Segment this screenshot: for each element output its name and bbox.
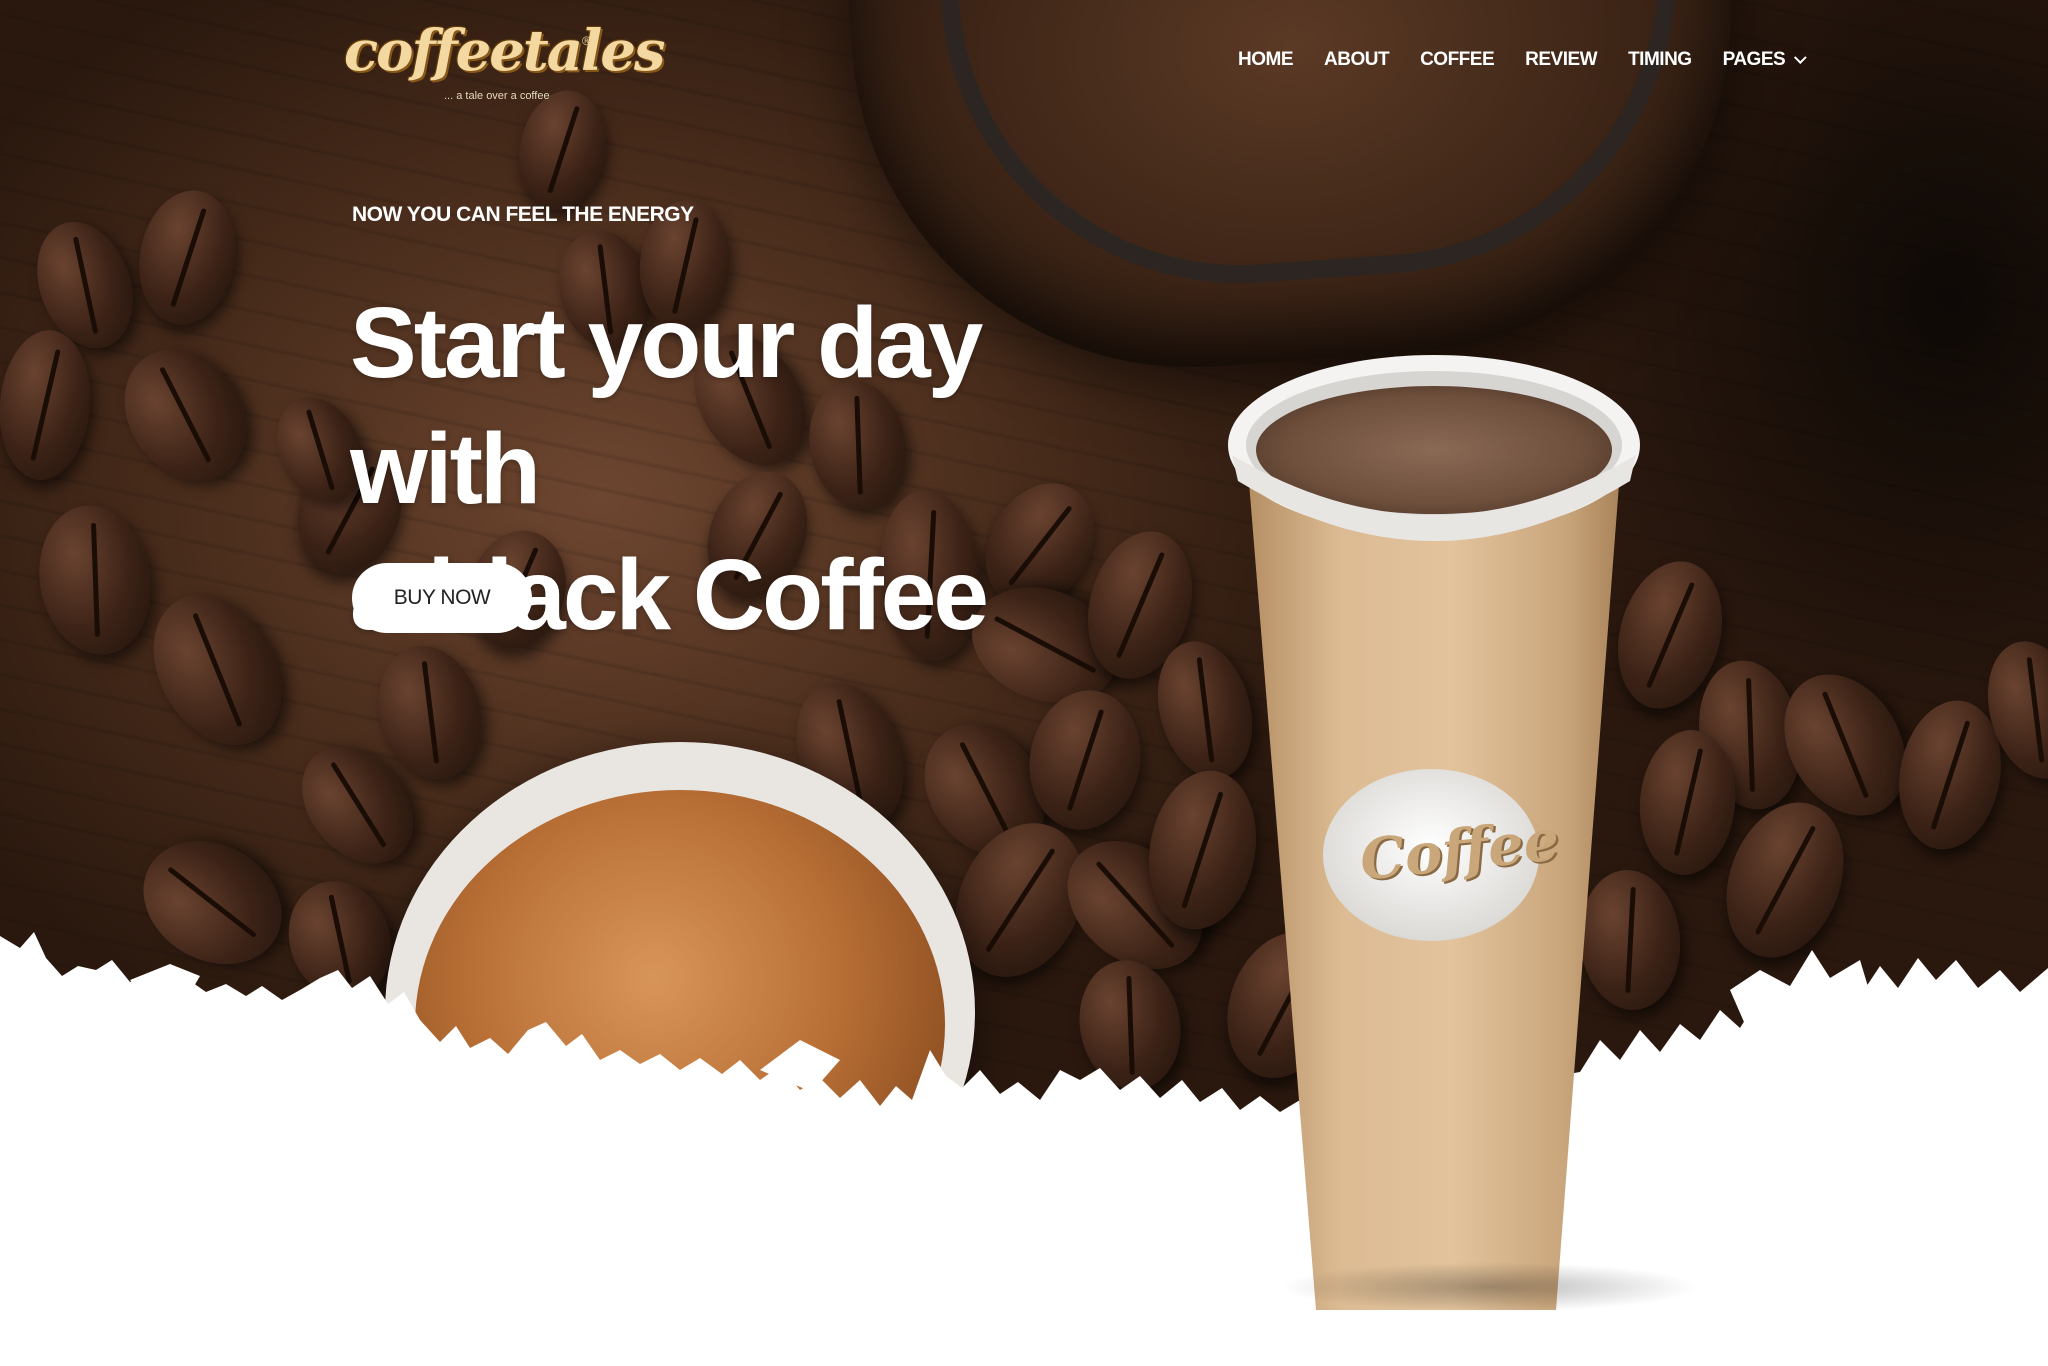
logo-wordmark: coffeetales [344, 18, 665, 84]
nav-item-pages[interactable]: PAGES [1722, 49, 1807, 71]
hero-headline-line-1: Start your day with [350, 287, 983, 525]
nav-item-pages-label: PAGES [1722, 49, 1786, 70]
nav-item-coffee[interactable]: COFFEE [1420, 49, 1495, 71]
hero-section: Coffee [0, 0, 2048, 1366]
nav-item-timing[interactable]: TIMING [1628, 49, 1692, 71]
cup-shadow [1280, 1262, 1700, 1312]
nav-item-review[interactable]: REVIEW [1525, 49, 1597, 71]
buy-now-button[interactable]: BUY NOW [352, 563, 532, 633]
nav-item-about[interactable]: ABOUT [1324, 49, 1390, 71]
nav-item-home[interactable]: HOME [1238, 49, 1294, 71]
main-navigation: HOME ABOUT COFFEE REVIEW TIMING PAGES [1238, 48, 1807, 72]
hero-eyebrow: NOW YOU CAN FEEL THE ENERGY [352, 203, 694, 226]
registered-mark: ® [582, 34, 591, 48]
logo-tagline: ... a tale over a coffee [444, 90, 550, 102]
torn-paper-divider [0, 932, 2048, 1366]
brand-logo[interactable]: coffeetales ® ... a tale over a coffee [344, 18, 665, 108]
